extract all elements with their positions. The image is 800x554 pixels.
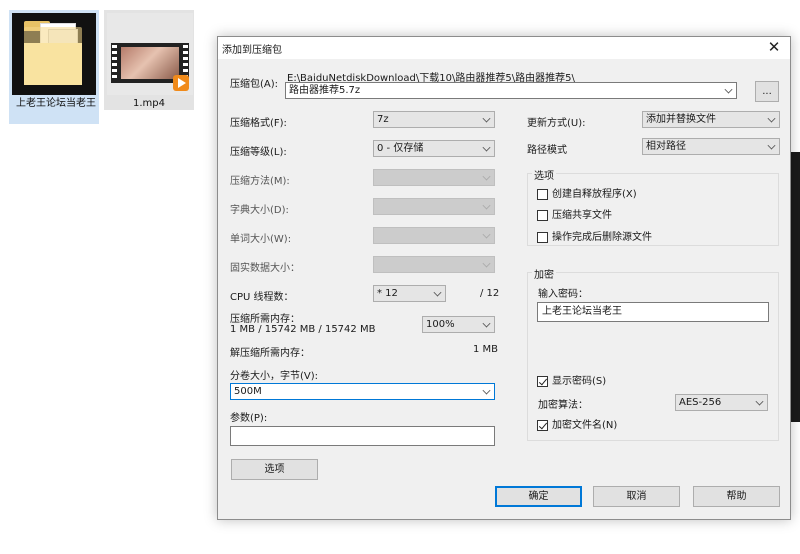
chevron-down-icon bbox=[433, 288, 442, 297]
encrypt-names-label: 加密文件名(N) bbox=[552, 420, 618, 431]
format-value: 7z bbox=[377, 114, 389, 125]
sfx-checkbox-box[interactable] bbox=[537, 189, 548, 200]
chevron-down-icon bbox=[482, 172, 491, 181]
cpu-label: CPU 线程数： bbox=[230, 292, 294, 303]
chevron-down-icon bbox=[482, 386, 491, 395]
close-icon[interactable]: ✕ bbox=[760, 37, 788, 59]
desktop-folder-label: 上老王论坛当老王 bbox=[16, 98, 96, 109]
encryption-group-title: 加密 bbox=[532, 266, 556, 281]
chevron-down-icon bbox=[767, 114, 776, 123]
options-button[interactable]: 选项 bbox=[231, 459, 318, 480]
mem-decompress-value: 1 MB bbox=[473, 344, 499, 355]
desktop-video-item[interactable]: 1.mp4 bbox=[104, 10, 194, 110]
help-button[interactable]: 帮助 bbox=[693, 486, 780, 507]
params-label: 参数(P): bbox=[230, 413, 268, 424]
chevron-down-icon bbox=[482, 319, 491, 328]
volume-label: 分卷大小，字节(V): bbox=[230, 371, 319, 382]
mem-compress-label: 压缩所需内存： bbox=[230, 314, 300, 325]
sfx-checkbox-label: 创建自释放程序(X) bbox=[552, 189, 637, 200]
folder-icon bbox=[12, 13, 96, 95]
cancel-button[interactable]: 取消 bbox=[593, 486, 680, 507]
ok-button[interactable]: 确定 bbox=[495, 486, 582, 507]
update-mode-select[interactable]: 添加并替换文件 bbox=[642, 111, 780, 128]
cpu-value: * 12 bbox=[377, 288, 398, 299]
level-select[interactable]: 0 - 仅存储 bbox=[373, 140, 495, 157]
chevron-down-icon bbox=[482, 259, 491, 268]
chevron-down-icon bbox=[724, 85, 733, 94]
show-password-label: 显示密码(S) bbox=[552, 376, 607, 387]
cpu-select[interactable]: * 12 bbox=[373, 285, 446, 302]
desktop-folder-item[interactable]: 上老王论坛当老王 bbox=[9, 10, 99, 124]
params-input[interactable] bbox=[230, 426, 495, 446]
shared-checkbox-box[interactable] bbox=[537, 210, 548, 221]
path-mode-label: 路径模式 bbox=[527, 145, 567, 156]
chevron-down-icon bbox=[482, 230, 491, 239]
archive-name-value: 路由器推荐5.7z bbox=[289, 85, 361, 96]
delete-after-checkbox-label: 操作完成后删除源文件 bbox=[552, 232, 652, 243]
chevron-down-icon bbox=[482, 201, 491, 210]
method-label: 压缩方法(M): bbox=[230, 176, 290, 187]
word-select bbox=[373, 227, 495, 244]
password-label: 输入密码： bbox=[538, 289, 588, 300]
path-mode-select[interactable]: 相对路径 bbox=[642, 138, 780, 155]
title-bar: 添加到压缩包 ✕ bbox=[218, 37, 790, 59]
archive-name-combo[interactable]: 路由器推荐5.7z bbox=[285, 82, 737, 99]
format-label: 压缩格式(F): bbox=[230, 118, 287, 129]
mem-usage-select[interactable]: 100% bbox=[422, 316, 495, 333]
delete-after-checkbox-box[interactable] bbox=[537, 232, 548, 243]
encrypt-names-checkbox-box[interactable] bbox=[537, 420, 548, 431]
dialog-title: 添加到压缩包 bbox=[222, 45, 282, 56]
solid-label: 固实数据大小： bbox=[230, 263, 300, 274]
volume-size-value: 500M bbox=[234, 386, 262, 397]
word-label: 单词大小(W): bbox=[230, 234, 292, 245]
chevron-down-icon bbox=[482, 143, 491, 152]
shared-checkbox-label: 压缩共享文件 bbox=[552, 210, 612, 221]
chevron-down-icon bbox=[755, 397, 764, 406]
mem-decompress-label: 解压缩所需内存： bbox=[230, 348, 310, 359]
dict-select bbox=[373, 198, 495, 215]
update-mode-label: 更新方式(U): bbox=[527, 118, 586, 129]
update-mode-value: 添加并替换文件 bbox=[646, 114, 716, 125]
solid-select bbox=[373, 256, 495, 273]
cpu-max: / 12 bbox=[480, 288, 500, 299]
encryption-method-label: 加密算法： bbox=[538, 400, 588, 411]
mem-usage-value: 100% bbox=[426, 319, 455, 330]
options-group-title: 选项 bbox=[532, 167, 556, 182]
password-input[interactable]: 上老王论坛当老王 bbox=[537, 302, 769, 322]
browse-button[interactable]: ... bbox=[755, 81, 779, 102]
show-password-checkbox-box[interactable] bbox=[537, 376, 548, 387]
path-mode-value: 相对路径 bbox=[646, 141, 686, 152]
mem-compress-detail: 1 MB / 15742 MB / 15742 MB bbox=[230, 324, 376, 335]
encryption-method-value: AES-256 bbox=[679, 397, 722, 408]
dict-label: 字典大小(D): bbox=[230, 205, 289, 216]
volume-size-combo[interactable]: 500M bbox=[230, 383, 495, 400]
encryption-method-select[interactable]: AES-256 bbox=[675, 394, 768, 411]
desktop-video-label: 1.mp4 bbox=[133, 98, 165, 109]
background-window-edge bbox=[791, 152, 800, 422]
level-label: 压缩等级(L): bbox=[230, 147, 287, 158]
chevron-down-icon bbox=[767, 141, 776, 150]
chevron-down-icon bbox=[482, 114, 491, 123]
format-select[interactable]: 7z bbox=[373, 111, 495, 128]
method-select bbox=[373, 169, 495, 186]
add-to-archive-dialog: 添加到压缩包 ✕ 压缩包(A): E:\BaiduNetdiskDownload… bbox=[217, 36, 791, 520]
video-file-icon bbox=[107, 13, 193, 95]
level-value: 0 - 仅存储 bbox=[377, 143, 424, 154]
archive-label: 压缩包(A): bbox=[230, 79, 279, 90]
